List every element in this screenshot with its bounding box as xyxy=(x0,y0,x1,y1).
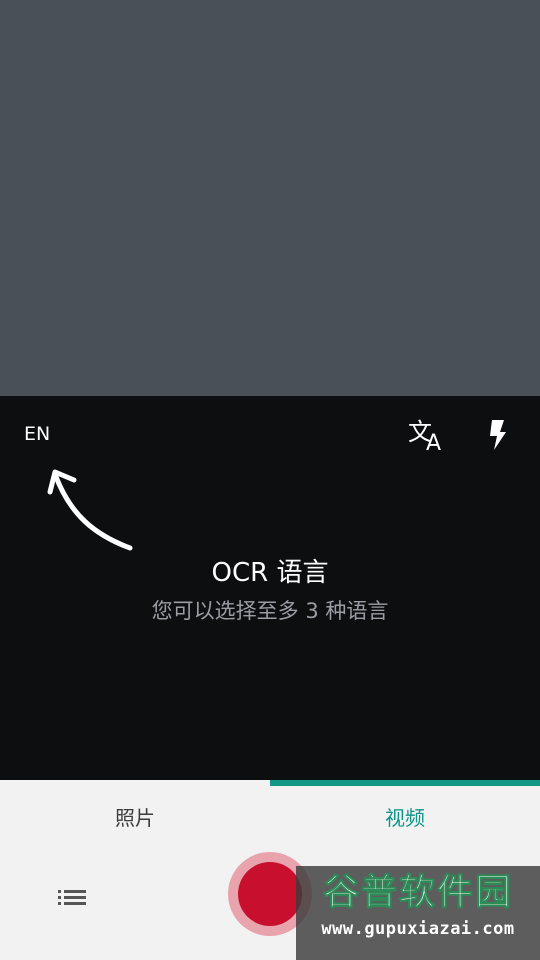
tab-video[interactable]: 视频 xyxy=(270,780,540,852)
camera-screen: EN 文 A OCR 语言 您可以选择至多 3 种语言 照片 视频 谷普软件园 … xyxy=(0,0,540,960)
hint-subtitle: 您可以选择至多 3 种语言 xyxy=(151,599,389,623)
curved-arrow-icon xyxy=(47,469,133,551)
ocr-language-code: EN xyxy=(24,423,51,445)
watermark-url: www.gupuxiazai.com xyxy=(321,919,515,939)
watermark-logo: 谷普软件园 www.gupuxiazai.com xyxy=(296,866,540,960)
hint-title: OCR 语言 xyxy=(211,558,329,588)
camera-preview[interactable] xyxy=(0,0,540,396)
flash-button[interactable] xyxy=(474,410,522,458)
tab-photo[interactable]: 照片 xyxy=(0,780,270,852)
watermark-name: 谷普软件园 xyxy=(322,872,513,914)
mode-tabs: 照片 视频 xyxy=(0,780,540,852)
record-icon xyxy=(238,862,302,926)
svg-text:A: A xyxy=(426,431,441,456)
tab-indicator xyxy=(270,780,540,786)
translate-button[interactable]: 文 A xyxy=(402,410,450,458)
ocr-language-hint-overlay: EN 文 A OCR 语言 您可以选择至多 3 种语言 xyxy=(0,396,540,780)
flash-icon xyxy=(490,420,506,450)
translate-icon: 文 A xyxy=(408,418,441,456)
history-list-button[interactable] xyxy=(48,874,96,922)
ocr-language-button[interactable]: EN xyxy=(14,416,62,452)
list-icon xyxy=(58,890,86,905)
